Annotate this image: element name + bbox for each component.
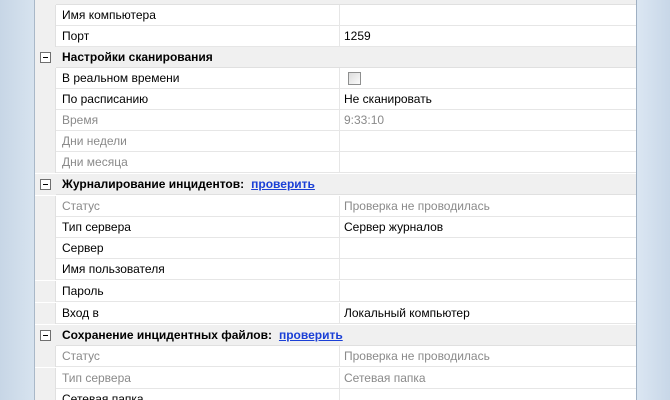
- category-header-incident-files[interactable]: Сохранение инцидентных файлов: проверить: [35, 325, 636, 346]
- property-row-time: Время 9:33:10: [35, 110, 636, 131]
- property-name: Пароль: [56, 281, 340, 302]
- property-grid[interactable]: Имя компьютера Порт 1259 Настройки скани…: [35, 0, 636, 400]
- property-row-status: Статус Проверка не проводилась: [35, 196, 636, 217]
- property-value[interactable]: [340, 68, 636, 89]
- property-row-port[interactable]: Порт 1259: [35, 26, 636, 47]
- category-header-scan-settings[interactable]: Настройки сканирования: [35, 47, 636, 68]
- collapse-icon[interactable]: [40, 330, 51, 341]
- property-value[interactable]: Локальный компьютер: [340, 303, 636, 324]
- category-title: Сохранение инцидентных файлов:: [62, 328, 272, 342]
- property-row-monthdays: Дни месяца: [35, 152, 636, 173]
- property-value: [340, 152, 636, 173]
- category-title: Настройки сканирования: [62, 50, 213, 64]
- category-title: Журналирование инцидентов:: [62, 177, 245, 191]
- check-link[interactable]: проверить: [251, 177, 315, 191]
- property-row-server[interactable]: Сервер: [35, 238, 636, 259]
- property-row-login-to[interactable]: Вход в Локальный компьютер: [35, 303, 636, 324]
- property-name: Дни месяца: [56, 152, 340, 173]
- collapse-icon[interactable]: [40, 52, 51, 63]
- property-name: Статус: [56, 346, 340, 367]
- property-row-computer-name[interactable]: Имя компьютера: [35, 5, 636, 26]
- property-row-schedule[interactable]: По расписанию Не сканировать: [35, 89, 636, 110]
- property-row-username[interactable]: Имя пользователя: [35, 259, 636, 280]
- property-name: Тип сервера: [56, 217, 340, 238]
- property-value[interactable]: [340, 5, 636, 26]
- property-name: Порт: [56, 26, 340, 47]
- property-row-password[interactable]: Пароль: [35, 281, 636, 302]
- property-name: Имя пользователя: [56, 259, 340, 280]
- property-value: [340, 131, 636, 152]
- property-value: Проверка не проводилась: [344, 349, 490, 363]
- property-value[interactable]: Не сканировать: [340, 89, 636, 110]
- realtime-checkbox[interactable]: [348, 72, 361, 85]
- property-row-server-type: Тип сервера Сетевая папка: [35, 368, 636, 389]
- check-link[interactable]: проверить: [279, 328, 343, 342]
- property-name: Дни недели: [56, 131, 340, 152]
- property-name: В реальном времени: [56, 68, 340, 89]
- property-value: Сетевая папка: [344, 371, 426, 385]
- property-value: 9:33:10: [344, 113, 385, 127]
- property-name: Сервер: [56, 238, 340, 259]
- property-value[interactable]: Сервер журналов: [340, 217, 636, 238]
- property-name: Тип сервера: [56, 368, 340, 389]
- property-value[interactable]: [340, 389, 636, 400]
- property-row-server-type[interactable]: Тип сервера Сервер журналов: [35, 217, 636, 238]
- property-name: Имя компьютера: [56, 5, 340, 26]
- window-frame-right: [636, 0, 670, 400]
- property-name: Время: [56, 110, 340, 131]
- property-value[interactable]: [340, 259, 636, 280]
- property-value[interactable]: 1259: [340, 26, 636, 47]
- property-name: По расписанию: [56, 89, 340, 110]
- property-value[interactable]: [340, 281, 636, 302]
- property-row-realtime[interactable]: В реальном времени: [35, 68, 636, 89]
- property-value[interactable]: [340, 238, 636, 259]
- window-frame-left: [0, 0, 35, 400]
- category-header-incident-logging[interactable]: Журналирование инцидентов: проверить: [35, 174, 636, 195]
- property-value: Проверка не проводилась: [344, 199, 490, 213]
- property-row-weekdays: Дни недели: [35, 131, 636, 152]
- property-name: Сетевая папка: [56, 389, 340, 400]
- property-row-status: Статус Проверка не проводилась: [35, 346, 636, 367]
- property-row-network-folder[interactable]: Сетевая папка: [35, 389, 636, 400]
- property-name: Вход в: [56, 303, 340, 324]
- collapse-icon[interactable]: [40, 179, 51, 190]
- property-name: Статус: [56, 196, 340, 217]
